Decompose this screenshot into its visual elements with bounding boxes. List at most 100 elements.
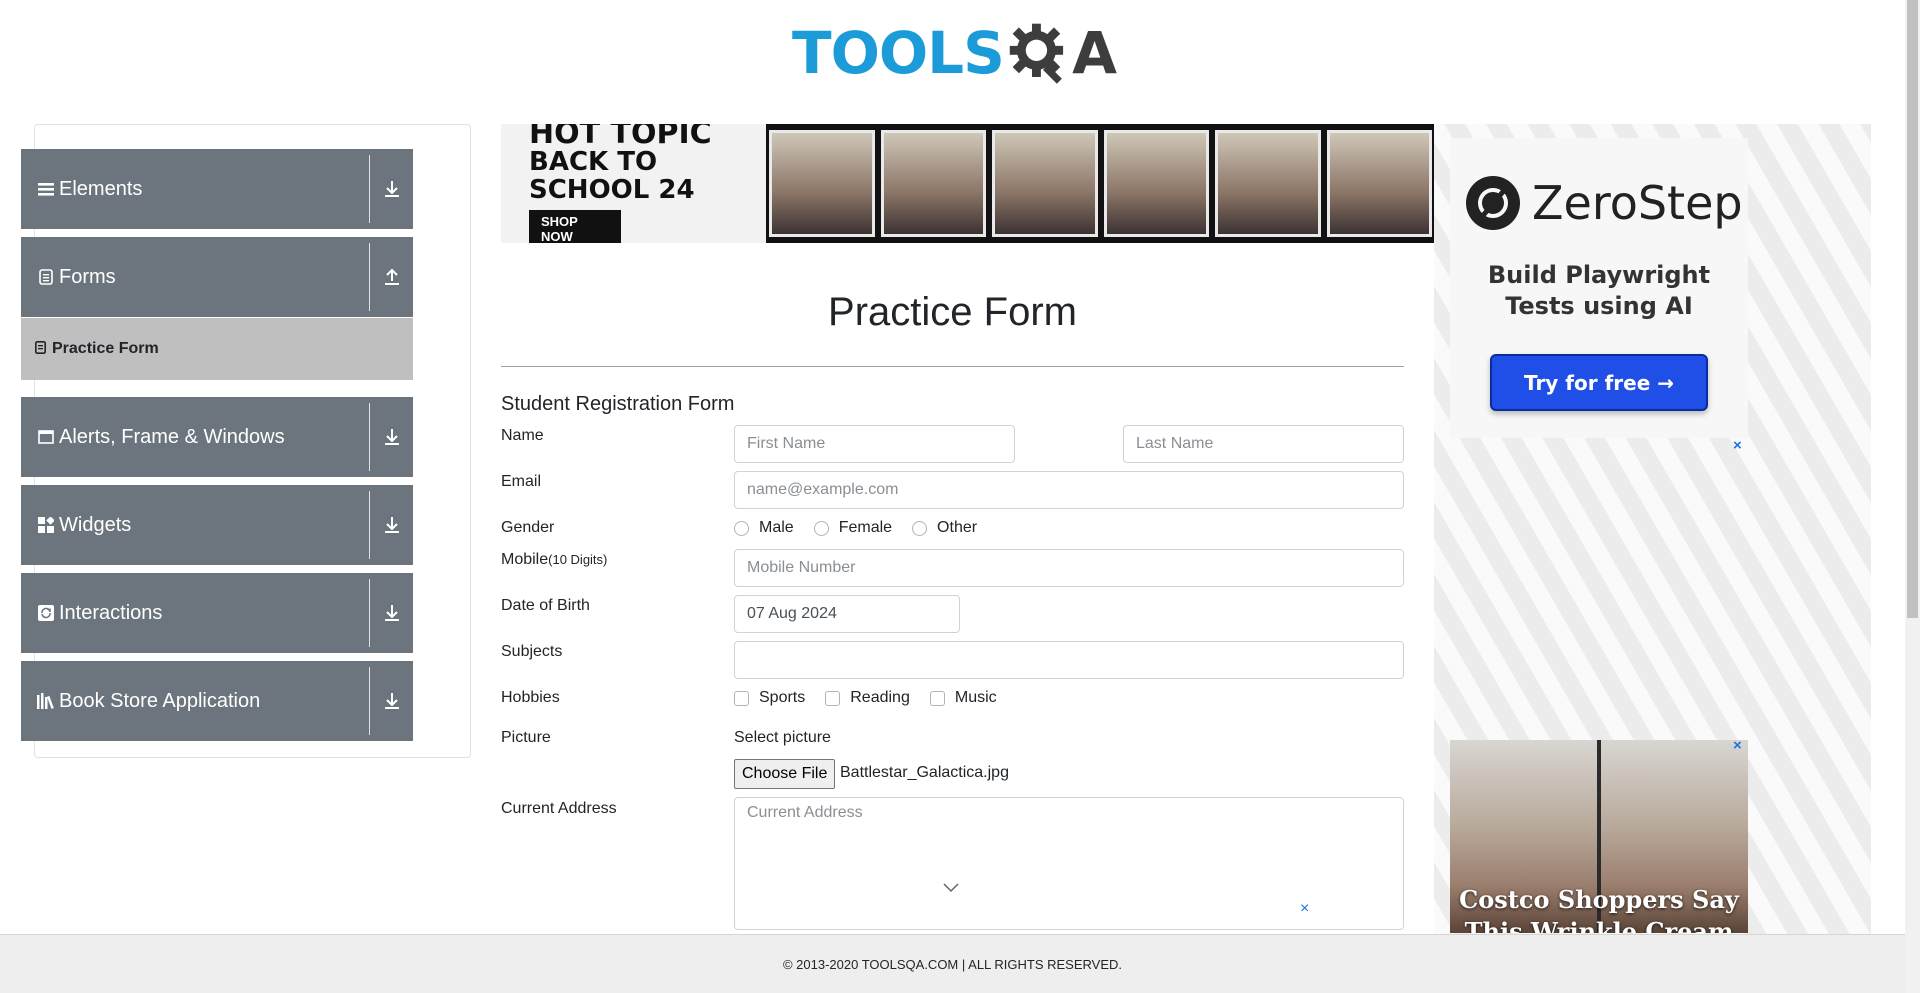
sidebar-group-book-store[interactable]: Book Store Application [21,661,413,741]
divider [369,243,370,311]
sidebar-group-elements[interactable]: Elements [21,149,413,229]
hobby-option-sports[interactable]: Sports [734,689,805,707]
banner-ad-text: HOT TOPIC BACK TO SCHOOL 24 SHOP NOW [501,124,766,243]
form-icon [35,341,46,357]
zerostep-logo: ZeroStep [1466,176,1743,230]
subjects-input[interactable] [734,641,1404,679]
download-arrow-icon[interactable] [381,426,403,448]
window-icon [37,428,55,446]
radio-label: Male [759,519,794,536]
divider [369,155,370,223]
dob-input[interactable] [734,595,960,633]
upload-arrow-icon[interactable] [381,266,403,288]
ad-close-icon[interactable]: × [1733,437,1742,454]
close-icon[interactable]: × [1300,900,1309,918]
selected-file-name: Battlestar_Galactica.jpg [840,764,1009,781]
sidebar-group-label: Forms [59,265,116,288]
hobby-option-reading[interactable]: Reading [825,689,910,707]
gender-option-male[interactable]: Male [734,519,794,537]
toolsqa-logo[interactable]: TOOLS A [792,14,1117,92]
checkbox-label: Sports [759,689,806,706]
gear-icon [1009,23,1064,84]
sidebar-group-label: Interactions [59,601,163,624]
ad-close-icon[interactable]: × [1733,737,1742,754]
scrollbar-thumb[interactable] [1907,0,1918,618]
banner-ad-cta[interactable]: SHOP NOW [529,209,621,243]
try-for-free-button[interactable]: Try for free → [1490,354,1708,411]
mobile-label-text: Mobile [501,551,549,568]
radio-other[interactable] [912,520,928,536]
select-picture-label: Select picture [734,729,831,746]
download-arrow-icon[interactable] [381,178,403,200]
banner-ad-photo [1215,130,1321,237]
checkbox-sports[interactable] [734,690,749,706]
form-section-title: Student Registration Form [501,393,735,415]
checkbox-label: Reading [850,689,910,706]
sidebar-group-alerts[interactable]: Alerts, Frame & Windows [21,397,413,477]
gender-option-female[interactable]: Female [813,519,893,537]
sidebar-group-interactions[interactable]: Interactions [21,573,413,653]
sidebar-item-practice-form[interactable]: Practice Form [21,318,413,380]
zerostep-mark-icon [1466,176,1520,230]
name-label: Name [501,427,544,444]
radio-male[interactable] [734,520,749,536]
radio-label: Female [838,519,893,536]
hobby-option-music[interactable]: Music [929,689,997,707]
banner-ad-photo [992,130,1098,237]
mobile-hint: (10 Digits) [548,552,608,567]
mobile-label: Mobile(10 Digits) [501,551,607,569]
divider [369,667,370,735]
banner-ad-photo [1103,130,1209,237]
banner-ad-photo [1326,130,1432,237]
picture-label: Picture [501,729,551,746]
banner-ad-photo [769,130,875,237]
gender-option-other[interactable]: Other [912,519,977,537]
checkbox-label: Music [954,689,997,706]
last-name-input[interactable] [1123,425,1404,463]
download-arrow-icon[interactable] [381,602,403,624]
widgets-icon [37,516,55,534]
download-arrow-icon[interactable] [381,514,403,536]
mobile-input[interactable] [734,549,1404,587]
radio-female[interactable] [813,520,829,536]
refresh-icon [37,604,55,622]
logo-qa-text: A [1072,19,1117,87]
checkbox-music[interactable] [929,690,945,706]
checkbox-reading[interactable] [825,690,841,706]
sidebar-group-label: Alerts, Frame & Windows [59,425,285,448]
radio-label: Other [937,519,978,536]
sidebar-group-label: Widgets [59,513,132,536]
subjects-label: Subjects [501,643,563,660]
email-input[interactable] [734,471,1404,509]
divider [369,579,370,647]
costco-ad[interactable]: Costco Shoppers Say This Wrinkle Cream i… [1450,740,1748,933]
page-title: Practice Form [828,290,1077,334]
sidebar-group-label: Elements [59,177,143,200]
sidebar-group-label: Book Store Application [59,689,261,712]
sidebar-item-label: Practice Form [52,340,159,357]
choose-file-button[interactable]: Choose File [734,759,836,789]
hobbies-checkbox-group: Sports Reading Music [734,689,1017,707]
divider [369,403,370,471]
first-name-input[interactable] [734,425,1015,463]
title-divider [501,366,1404,367]
costco-ad-headline: Costco Shoppers Say This Wrinkle Cream i… [1459,885,1739,933]
gender-label: Gender [501,519,555,536]
sidebar-group-widgets[interactable]: Widgets [21,485,413,565]
hobbies-label: Hobbies [501,689,560,706]
hamburger-icon [37,180,55,198]
banner-ad-photo [880,130,986,237]
banner-ad-brand: HOT TOPIC [529,124,712,152]
footer-copyright: © 2013-2020 TOOLSQA.COM | ALL RIGHTS RES… [782,956,1123,972]
download-arrow-icon[interactable] [381,690,403,712]
document-icon [37,268,55,286]
zerostep-tagline: Build Playwright Tests using AI [1487,261,1711,320]
divider [369,491,370,559]
sidebar-group-forms[interactable]: Forms [21,237,413,317]
banner-ad-headline: BACK TO SCHOOL 24 [529,147,695,205]
banner-ad[interactable]: HOT TOPIC BACK TO SCHOOL 24 SHOP NOW [501,124,1435,243]
logo-text: TOOLS [792,19,1005,87]
gender-radio-group: Male Female Other [734,519,997,537]
chevron-down-icon [943,883,959,893]
email-label: Email [501,473,542,490]
